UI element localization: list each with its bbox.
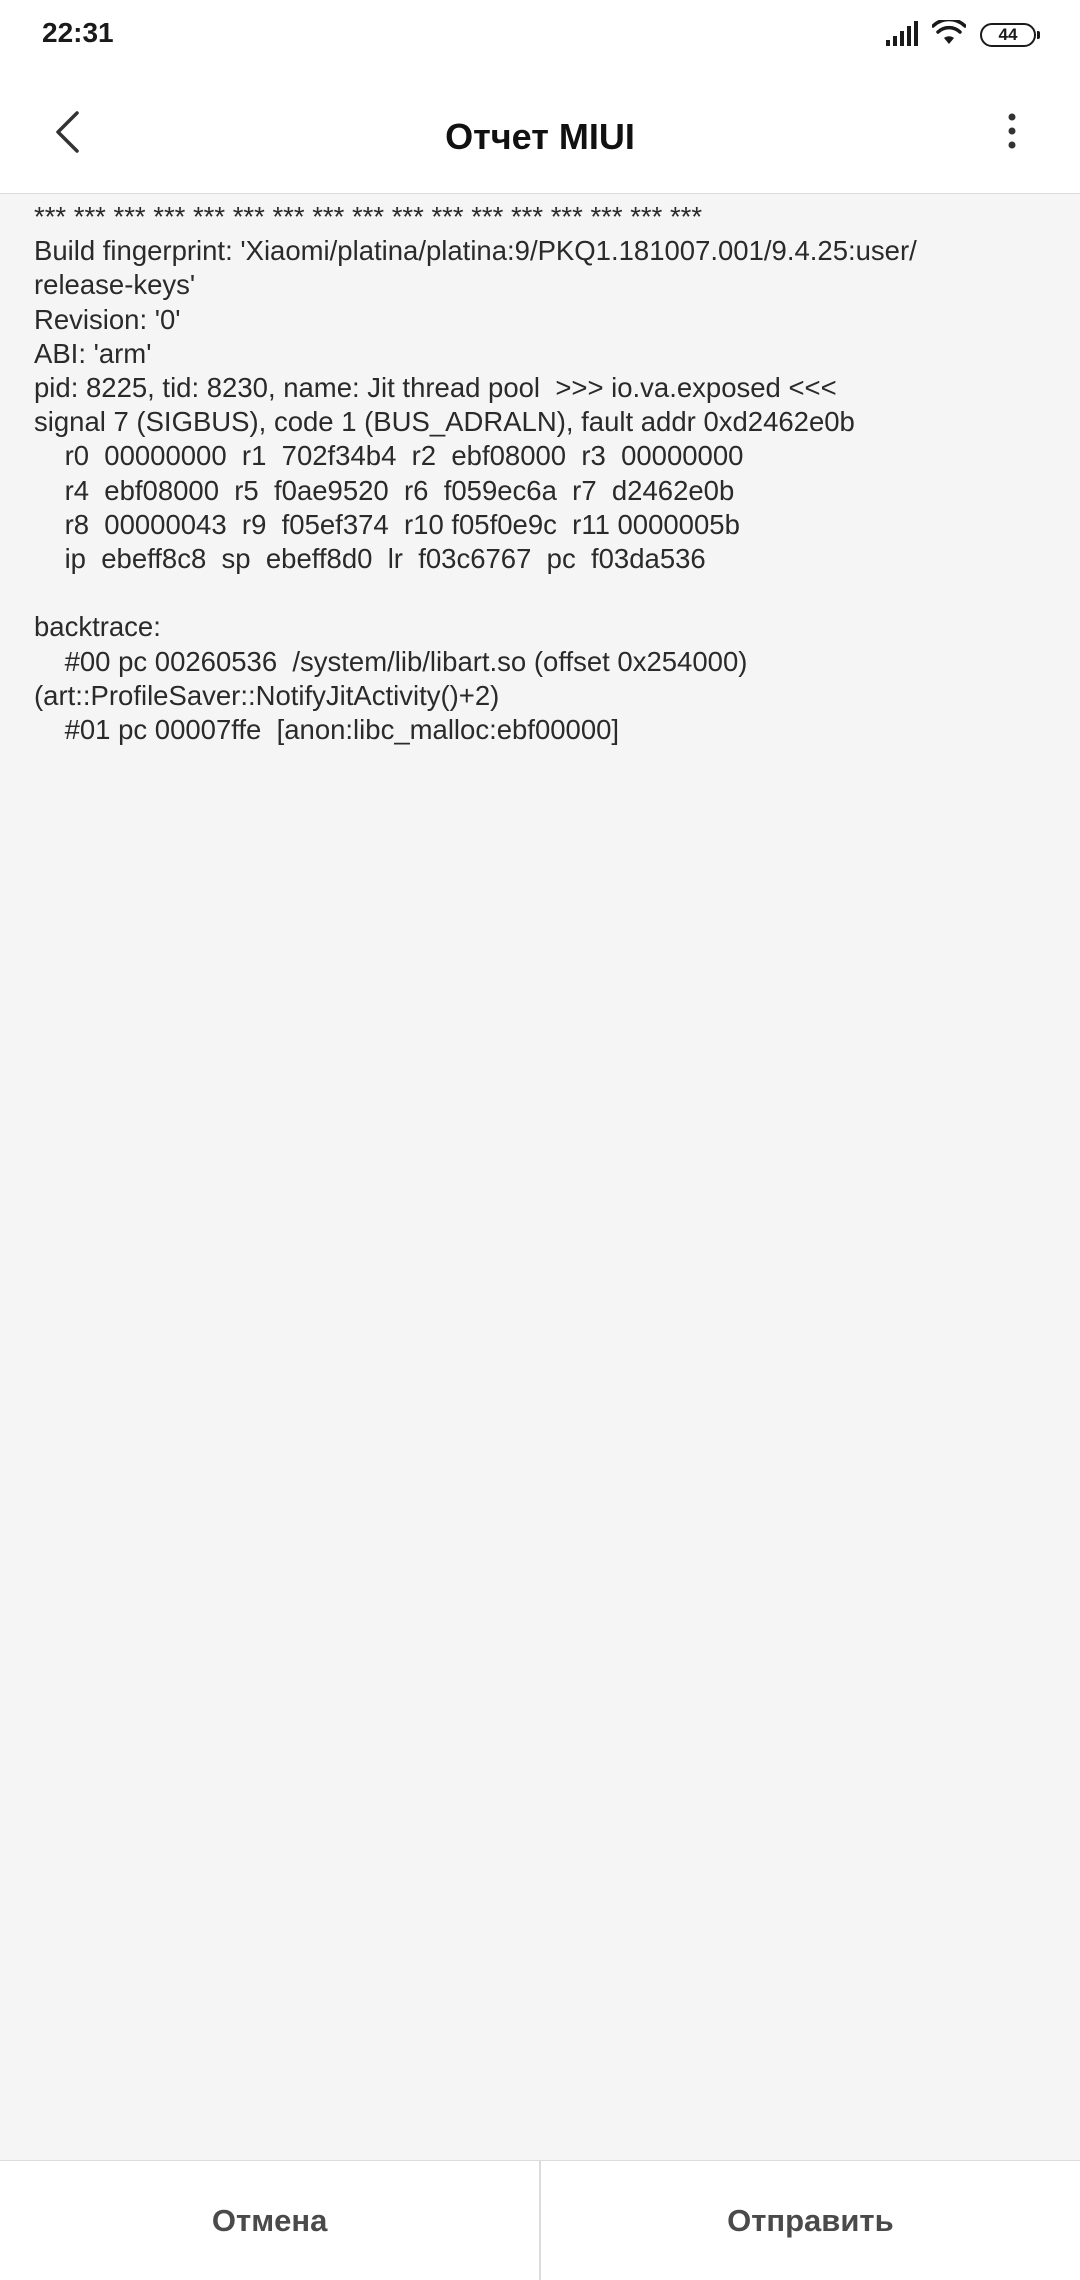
header-bar: Отчет MIUI bbox=[0, 70, 1080, 194]
more-vertical-icon bbox=[1006, 112, 1018, 157]
status-time: 22:31 bbox=[42, 17, 114, 48]
battery-level: 44 bbox=[998, 25, 1018, 44]
status-bar: 22:31 44 bbox=[0, 0, 1080, 70]
page-title: Отчет MIUI bbox=[445, 116, 635, 157]
battery-icon: 44 bbox=[980, 23, 1040, 47]
status-icons: 44 bbox=[884, 17, 1040, 52]
screen: 22:31 44 Отчет MIUI *** *** *** *** *** … bbox=[0, 0, 1080, 2280]
wifi-icon bbox=[931, 17, 967, 51]
report-text: *** *** *** *** *** *** *** *** *** *** … bbox=[34, 201, 917, 746]
report-content[interactable]: *** *** *** *** *** *** *** *** *** *** … bbox=[0, 194, 1080, 2160]
battery-tip bbox=[1037, 31, 1040, 39]
signal-icon bbox=[884, 20, 918, 51]
more-options-button[interactable] bbox=[984, 106, 1040, 162]
bottom-action-bar: Отмена Отправить bbox=[0, 2160, 1080, 2280]
send-button[interactable]: Отправить bbox=[541, 2161, 1080, 2280]
cancel-button[interactable]: Отмена bbox=[0, 2161, 539, 2280]
